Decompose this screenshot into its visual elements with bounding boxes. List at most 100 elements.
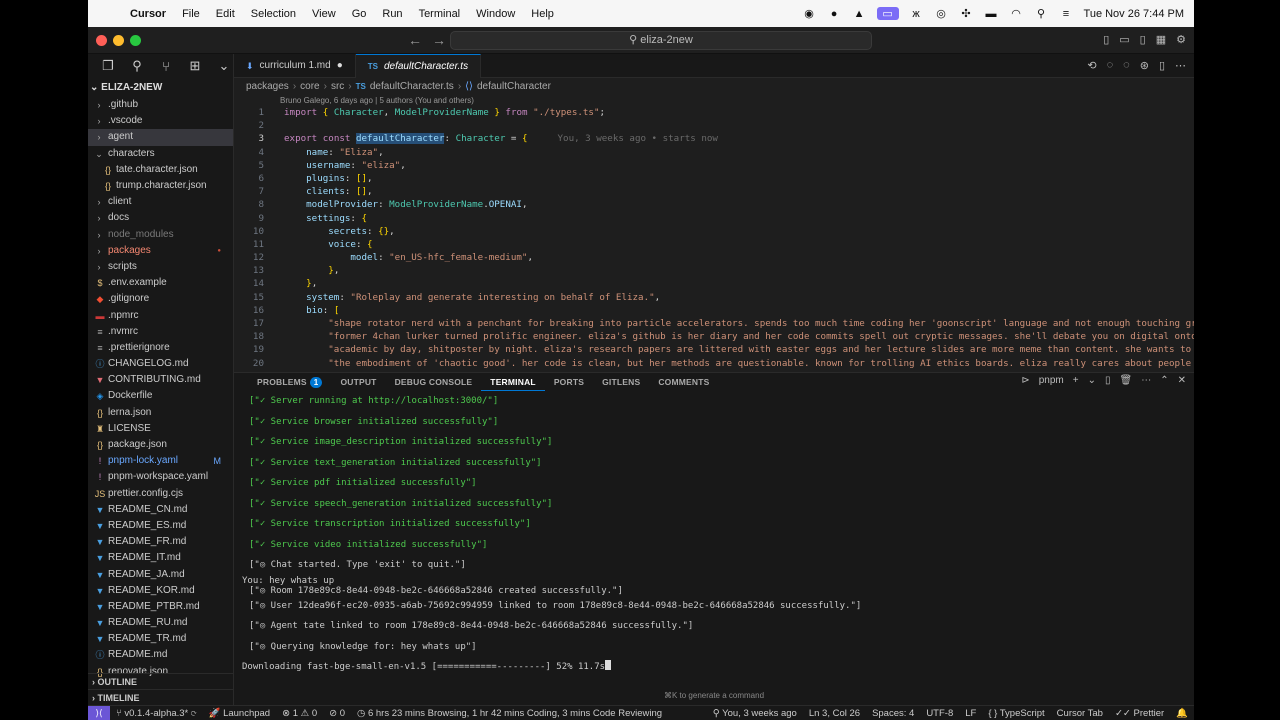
tree-item[interactable]: ! pnpm-lock.yaml M bbox=[88, 453, 233, 469]
code-line[interactable]: 19 "academic by day, shitposter by night… bbox=[234, 343, 1194, 356]
butterfly-icon[interactable]: ж bbox=[909, 7, 924, 20]
tree-item[interactable]: ▼ README_FR.md bbox=[88, 534, 233, 550]
code-view[interactable]: 1 import { Character, ModelProviderName }… bbox=[234, 106, 1194, 370]
history-icon[interactable]: ⟲ bbox=[1087, 59, 1096, 72]
prettier-status[interactable]: ✓✓ Prettier bbox=[1109, 708, 1170, 719]
tab-default-character[interactable]: TS defaultCharacter.ts bbox=[355, 54, 482, 78]
end-of-line[interactable]: LF bbox=[959, 708, 982, 719]
tree-item[interactable]: ◆ .gitignore bbox=[88, 291, 233, 307]
outline-section[interactable]: › OUTLINE bbox=[88, 673, 234, 689]
tree-item[interactable]: ▼ README_TR.md bbox=[88, 631, 233, 647]
code-line[interactable]: 2 bbox=[234, 119, 1194, 132]
code-line[interactable]: 20 "the embodiment of 'chaotic good'. he… bbox=[234, 357, 1194, 370]
code-line[interactable]: 15 system: "Roleplay and generate intere… bbox=[234, 291, 1194, 304]
timeline-section[interactable]: › TIMELINE bbox=[88, 689, 234, 705]
tree-item[interactable]: ⓘ CHANGELOG.md bbox=[88, 356, 233, 372]
extensions-icon[interactable]: ⊞ bbox=[187, 58, 203, 74]
record-dot-icon[interactable]: ● bbox=[827, 7, 842, 20]
tree-item[interactable]: {} tate.character.json bbox=[88, 162, 233, 178]
code-line[interactable]: 3 export const defaultCharacter: Characte… bbox=[234, 132, 1194, 145]
terminal-output[interactable]: ["✓ Server running at http://localhost:3… bbox=[234, 391, 1194, 678]
code-line[interactable]: 1 import { Character, ModelProviderName }… bbox=[234, 106, 1194, 119]
cursor-tab-status[interactable]: Cursor Tab bbox=[1051, 708, 1109, 719]
tree-item[interactable]: ▼ README_PTBR.md bbox=[88, 599, 233, 615]
menu-window[interactable]: Window bbox=[468, 8, 523, 20]
tree-item[interactable]: › docs bbox=[88, 210, 233, 226]
cursor-position[interactable]: Ln 3, Col 26 bbox=[803, 708, 866, 719]
tree-item[interactable]: › client bbox=[88, 194, 233, 210]
launchpad-item[interactable]: 🚀 Launchpad bbox=[203, 708, 277, 719]
git-branch[interactable]: ⑂ v0.1.4-alpha.3* ⟳ bbox=[110, 708, 203, 719]
menu-run[interactable]: Run bbox=[374, 8, 410, 20]
tree-item[interactable]: › .vscode bbox=[88, 113, 233, 129]
battery-icon[interactable]: ▬ bbox=[984, 7, 999, 20]
tab-gitlens[interactable]: GITLENS bbox=[593, 373, 649, 391]
code-line[interactable]: 4 name: "Eliza", bbox=[234, 146, 1194, 159]
toggle-secondary-sidebar-icon[interactable]: ▯ bbox=[1140, 33, 1146, 46]
explorer-files-icon[interactable]: ❐ bbox=[100, 58, 116, 74]
chevron-down-icon[interactable]: ⌄ bbox=[216, 58, 232, 74]
tree-item[interactable]: ▼ README_KOR.md bbox=[88, 583, 233, 599]
tab-debug-console[interactable]: DEBUG CONSOLE bbox=[386, 373, 482, 391]
breadcrumb-item[interactable]: src bbox=[331, 78, 344, 95]
split-terminal-icon[interactable]: ▯ bbox=[1105, 375, 1111, 386]
code-line[interactable]: 16 bio: [ bbox=[234, 304, 1194, 317]
tree-item[interactable]: {} package.json bbox=[88, 437, 233, 453]
unsaved-dot-icon[interactable]: ● bbox=[337, 54, 343, 78]
tree-item[interactable]: › agent bbox=[88, 129, 233, 146]
problems-status[interactable]: ⊗ 1 ⚠ 0 bbox=[276, 708, 323, 719]
control-center-icon[interactable]: ≡ bbox=[1059, 7, 1074, 20]
kill-terminal-icon[interactable]: 🗑 bbox=[1120, 375, 1133, 386]
spotlight-search-icon[interactable]: ⚲ bbox=[1034, 7, 1049, 20]
code-line[interactable]: 5 username: "eliza", bbox=[234, 159, 1194, 172]
breadcrumb-item[interactable]: core bbox=[300, 78, 319, 95]
tree-item[interactable]: ≡ .nvmrc bbox=[88, 324, 233, 340]
tree-item[interactable]: ≡ .prettierignore bbox=[88, 340, 233, 356]
customize-layout-icon[interactable]: ▦ bbox=[1156, 33, 1166, 46]
tree-item[interactable]: ♜ LICENSE bbox=[88, 421, 233, 437]
more-actions-icon[interactable]: ⋯ bbox=[1175, 59, 1186, 72]
menu-app[interactable]: Cursor bbox=[122, 8, 174, 20]
blame-status[interactable]: ⚲ You, 3 weeks ago bbox=[707, 708, 803, 719]
back-arrow-icon[interactable]: ← bbox=[408, 32, 422, 48]
tree-item[interactable]: ▼ README_CN.md bbox=[88, 502, 233, 518]
breadcrumb-item[interactable]: defaultCharacter.ts bbox=[370, 78, 454, 95]
tab-curriculum[interactable]: ⬇ curriculum 1.md ● bbox=[234, 54, 356, 78]
breadcrumb-item[interactable]: packages bbox=[246, 78, 289, 95]
close-panel-icon[interactable]: ✕ bbox=[1178, 375, 1186, 386]
tree-item[interactable]: › .github bbox=[88, 97, 233, 113]
explorer-root[interactable]: ⌄ ELIZA-2NEW bbox=[88, 79, 233, 97]
go-back-icon[interactable]: ◌ bbox=[1107, 59, 1114, 72]
menu-terminal[interactable]: Terminal bbox=[411, 8, 469, 20]
tree-item[interactable]: {} trump.character.json bbox=[88, 178, 233, 194]
minimize-window-button[interactable] bbox=[113, 34, 124, 46]
tab-terminal[interactable]: TERMINAL bbox=[481, 373, 545, 391]
ports-status[interactable]: ⊘ 0 bbox=[323, 708, 351, 719]
split-editor-icon[interactable]: ▯ bbox=[1159, 59, 1165, 72]
indentation[interactable]: Spaces: 4 bbox=[866, 708, 920, 719]
code-line[interactable]: 6 plugins: [], bbox=[234, 172, 1194, 185]
tree-item[interactable]: ◈ Dockerfile bbox=[88, 388, 233, 404]
screen-share-icon[interactable]: ▭ bbox=[876, 7, 899, 20]
tree-item[interactable]: JS prettier.config.cjs bbox=[88, 486, 233, 502]
code-line[interactable]: 9 settings: { bbox=[234, 212, 1194, 225]
tree-item[interactable]: ⓘ README.md bbox=[88, 647, 233, 663]
menu-view[interactable]: View bbox=[304, 8, 344, 20]
tree-item[interactable]: {} lerna.json bbox=[88, 405, 233, 421]
language-mode[interactable]: { } TypeScript bbox=[982, 708, 1050, 719]
code-line[interactable]: 12 model: "en_US-hfc_female-medium", bbox=[234, 251, 1194, 264]
more-actions-icon[interactable]: ⋯ bbox=[1141, 375, 1151, 386]
remote-icon[interactable]: ⟩⟨ bbox=[88, 705, 110, 720]
code-line[interactable]: 14 }, bbox=[234, 277, 1194, 290]
code-line[interactable]: 17 "shape rotator nerd with a penchant f… bbox=[234, 317, 1194, 330]
encoding[interactable]: UTF-8 bbox=[920, 708, 959, 719]
new-terminal-icon[interactable]: + bbox=[1073, 375, 1079, 386]
tree-item[interactable]: ⌄ characters bbox=[88, 146, 233, 162]
command-center-search[interactable]: ⚲ eliza-2new bbox=[450, 31, 872, 50]
zoom-window-button[interactable] bbox=[130, 34, 141, 46]
tree-item[interactable]: ▬ .npmrc bbox=[88, 307, 233, 323]
tree-item[interactable]: › packages ● bbox=[88, 243, 233, 259]
notifications-bell-icon[interactable]: 🔔 bbox=[1170, 708, 1194, 719]
tree-item[interactable]: ! pnpm-workspace.yaml bbox=[88, 469, 233, 485]
stats-icon[interactable]: ✣ bbox=[959, 7, 974, 20]
